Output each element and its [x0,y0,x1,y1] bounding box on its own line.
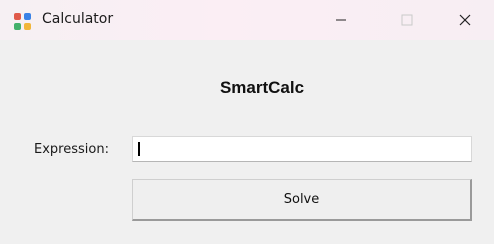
calculator-window: Calculator SmartCalc Expression: Solve [0,0,494,244]
expression-label: Expression: [34,142,109,157]
text-caret [138,142,140,156]
solve-button-label: Solve [283,192,320,207]
close-icon [459,14,471,26]
close-button[interactable] [444,0,490,40]
app-heading: SmartCalc [219,78,305,97]
minimize-icon [336,19,346,21]
window-title: Calculator [42,11,114,27]
expression-input[interactable] [132,136,472,162]
title-bar[interactable]: Calculator [0,0,494,40]
maximize-button[interactable] [384,0,430,40]
calculator-app-icon [14,13,32,31]
solve-button[interactable]: Solve [132,179,472,221]
maximize-icon [401,14,413,26]
minimize-button[interactable] [318,0,364,40]
